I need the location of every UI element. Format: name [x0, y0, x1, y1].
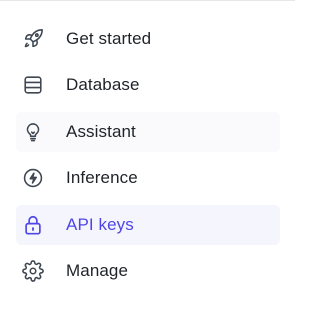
lock-icon — [21, 213, 45, 237]
sidebar-panel: Get started Database Assistant Inference… — [0, 0, 295, 311]
sidebar-item-label: Database — [66, 75, 140, 95]
sidebar-item-database[interactable]: Database — [16, 65, 280, 105]
sidebar-item-get-started[interactable]: Get started — [16, 19, 280, 59]
rocket-icon — [21, 27, 45, 51]
lightbulb-icon — [21, 120, 45, 144]
sidebar-item-label: API keys — [66, 214, 134, 234]
sidebar-item-manage[interactable]: Manage — [16, 251, 280, 291]
sidebar-nav: Get started Database Assistant Inference… — [16, 19, 280, 297]
sidebar-item-label: Manage — [66, 260, 129, 280]
sidebar-item-label: Get started — [66, 29, 152, 48]
sidebar-item-api-keys[interactable]: API keys — [16, 204, 280, 245]
sidebar-item-label: Inference — [66, 168, 138, 188]
sidebar-item-label: Assistant — [66, 121, 136, 141]
sidebar-item-assistant[interactable]: Assistant — [16, 111, 280, 152]
sidebar-item-inference[interactable]: Inference — [16, 158, 280, 198]
gear-icon — [21, 259, 45, 283]
database-icon — [21, 73, 45, 97]
top-divider — [0, 0, 295, 1]
bolt-icon — [21, 166, 45, 190]
